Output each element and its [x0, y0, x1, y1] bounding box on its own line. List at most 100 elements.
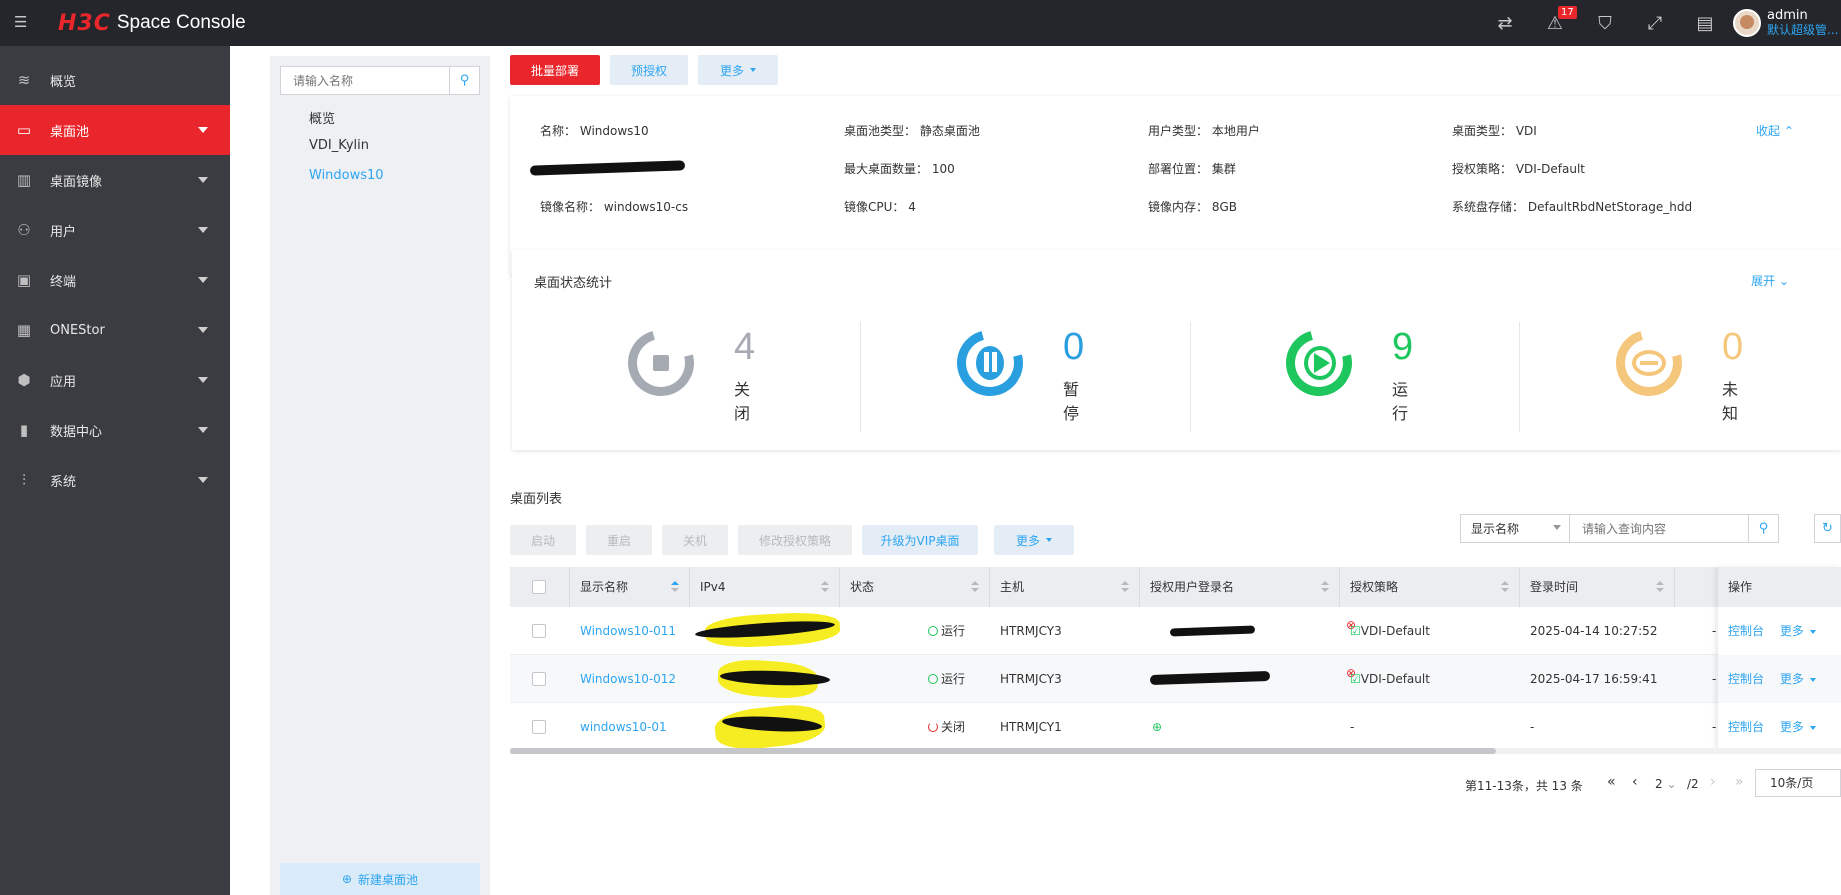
info-image-name: 镜像名称： windows10-cs: [540, 200, 689, 214]
datacenter-icon: ▮: [19, 421, 29, 439]
last-page-icon[interactable]: »: [1735, 774, 1744, 790]
edit-policy-icon[interactable]: ☑: [1350, 624, 1361, 638]
settings-sliders-icon: ⫶: [22, 471, 26, 489]
fullscreen-icon[interactable]: ⤢: [1630, 0, 1680, 46]
batch-deploy-button[interactable]: 批量部署: [510, 55, 600, 85]
list-more-button[interactable]: 更多: [994, 525, 1074, 555]
search-icon[interactable]: ⚲: [1748, 515, 1778, 542]
row-status: 关闭: [928, 703, 965, 751]
sidebar-item-datacenter[interactable]: ▮ 数据中心: [0, 405, 230, 455]
alert-icon[interactable]: ⚠ 17: [1530, 0, 1580, 46]
info-image-memory: 镜像内存： 8GB: [1148, 200, 1238, 214]
tree-item-overview[interactable]: 概览: [309, 108, 335, 127]
row-host: HTRMJCY3: [1000, 624, 1062, 638]
start-button[interactable]: 启动: [510, 525, 576, 555]
info-pool-type: 桌面池类型： 静态桌面池: [844, 124, 980, 138]
sidebar-item-system[interactable]: ⫶ 系统: [0, 455, 230, 505]
scrollbar-thumb[interactable]: [510, 748, 1496, 754]
filter-field-select[interactable]: 显示名称: [1460, 514, 1570, 543]
sidebar-item-label: 用户: [50, 224, 77, 240]
row-display-name[interactable]: windows10-01: [580, 703, 667, 751]
info-deploy-location: 部署位置： 集群: [1148, 162, 1236, 176]
col-auth-policy[interactable]: 授权策略: [1340, 567, 1520, 607]
stats-title: 桌面状态统计: [534, 276, 613, 291]
add-user-icon[interactable]: ⊕: [1152, 703, 1162, 751]
upgrade-vip-button[interactable]: 升级为VIP桌面: [862, 525, 978, 555]
chevron-down-icon: [198, 427, 208, 433]
sidebar-item-overview[interactable]: ≋ 概览: [0, 55, 230, 105]
refresh-icon[interactable]: ↻: [1814, 514, 1841, 543]
row-display-name[interactable]: Windows10-012: [580, 655, 676, 703]
row-display-name[interactable]: Windows10-011: [580, 607, 676, 655]
row-status: 运行: [928, 655, 965, 703]
restart-button[interactable]: 重启: [586, 525, 652, 555]
row-auth-policy: -: [1350, 720, 1355, 734]
image-icon: ▥: [16, 171, 32, 189]
chevron-down-icon: ⌄: [1666, 777, 1677, 791]
sidebar-item-desktop-image[interactable]: ▥ 桌面镜像: [0, 155, 230, 205]
shutdown-button[interactable]: 关机: [662, 525, 728, 555]
row-more-link[interactable]: 更多: [1780, 624, 1816, 638]
page-size-select[interactable]: 10条/页: [1755, 769, 1841, 797]
tree-item-windows10[interactable]: Windows10: [309, 168, 384, 183]
sidebar-item-apps[interactable]: ⬢ 应用: [0, 355, 230, 405]
row-checkbox[interactable]: [532, 720, 546, 734]
sort-icon: [671, 581, 679, 593]
row-checkbox[interactable]: [532, 624, 546, 638]
console-link[interactable]: 控制台: [1728, 720, 1764, 734]
table-horizontal-scrollbar[interactable]: [510, 748, 1841, 754]
chevron-down-icon: [1553, 525, 1561, 530]
menu-toggle-icon[interactable]: ☰: [14, 14, 30, 30]
chevron-down-icon: [198, 177, 208, 183]
chevron-down-icon: [198, 277, 208, 283]
switch-icon[interactable]: ⇄: [1480, 0, 1530, 46]
chevron-down-icon: [198, 227, 208, 233]
col-status[interactable]: 状态: [840, 567, 990, 607]
first-page-icon[interactable]: «: [1607, 774, 1616, 790]
tree-search: ⚲: [280, 66, 480, 95]
sidebar-item-desktop-pool[interactable]: ▭ 桌面池: [0, 105, 230, 155]
new-pool-button[interactable]: ⊕ 新建桌面池: [280, 863, 480, 895]
console-link[interactable]: 控制台: [1728, 672, 1764, 686]
prev-page-icon[interactable]: ‹: [1632, 774, 1638, 790]
stat-off-count: 4: [734, 326, 756, 368]
shield-icon[interactable]: ⛉: [1580, 0, 1630, 46]
edit-policy-icon[interactable]: ☑: [1350, 672, 1361, 686]
collapse-link[interactable]: 收起 ⌃: [1756, 122, 1794, 139]
stat-off-label: 关闭: [734, 380, 751, 423]
info-name: 名称： Windows10: [540, 124, 649, 138]
col-host[interactable]: 主机: [990, 567, 1140, 607]
sidebar-item-users[interactable]: ⚇ 用户: [0, 205, 230, 255]
select-all-checkbox[interactable]: [532, 580, 546, 594]
row-more-link[interactable]: 更多: [1780, 720, 1816, 734]
pre-authorize-button[interactable]: 预授权: [610, 55, 688, 85]
search-icon[interactable]: ⚲: [449, 67, 479, 94]
more-button[interactable]: 更多: [698, 55, 778, 85]
row-checkbox[interactable]: [532, 672, 546, 686]
tree-item-vdi-kylin[interactable]: VDI_Kylin: [309, 138, 369, 153]
terminal-icon: ▣: [16, 271, 32, 289]
query-input[interactable]: [1570, 515, 1748, 542]
total-pages: /2: [1687, 777, 1699, 791]
col-auth-user[interactable]: 授权用户登录名: [1140, 567, 1340, 607]
sidebar-item-onestor[interactable]: ▦ ONEStor: [0, 305, 230, 355]
table-row: Windows10-011 运行 HTRMJCY3 ⊗ ☑VDI-Default…: [510, 607, 1841, 655]
chevron-down-icon: [198, 327, 208, 333]
modify-auth-policy-button[interactable]: 修改授权策略: [738, 525, 852, 555]
row-host: HTRMJCY1: [1000, 720, 1062, 734]
running-status-icon: [928, 674, 938, 684]
col-login-time[interactable]: 登录时间: [1520, 567, 1675, 607]
table-row: Windows10-012 运行 HTRMJCY3 ⊗ ☑VDI-Default…: [510, 655, 1841, 703]
sidebar-item-terminal[interactable]: ▣ 终端: [0, 255, 230, 305]
tree-search-input[interactable]: [281, 67, 449, 94]
clipboard-icon[interactable]: ▤: [1680, 0, 1730, 46]
expand-link[interactable]: 展开 ⌄: [1751, 272, 1789, 289]
user-menu[interactable]: admin 默认超级管...: [1733, 6, 1838, 40]
row-more-link[interactable]: 更多: [1780, 672, 1816, 686]
col-display-name[interactable]: 显示名称: [570, 567, 690, 607]
sidebar-item-label: 桌面池: [50, 124, 90, 140]
console-link[interactable]: 控制台: [1728, 624, 1764, 638]
next-page-icon[interactable]: ›: [1710, 774, 1716, 790]
current-page-select[interactable]: 2 ⌄: [1655, 777, 1677, 791]
col-ipv4[interactable]: IPv4: [690, 567, 840, 607]
